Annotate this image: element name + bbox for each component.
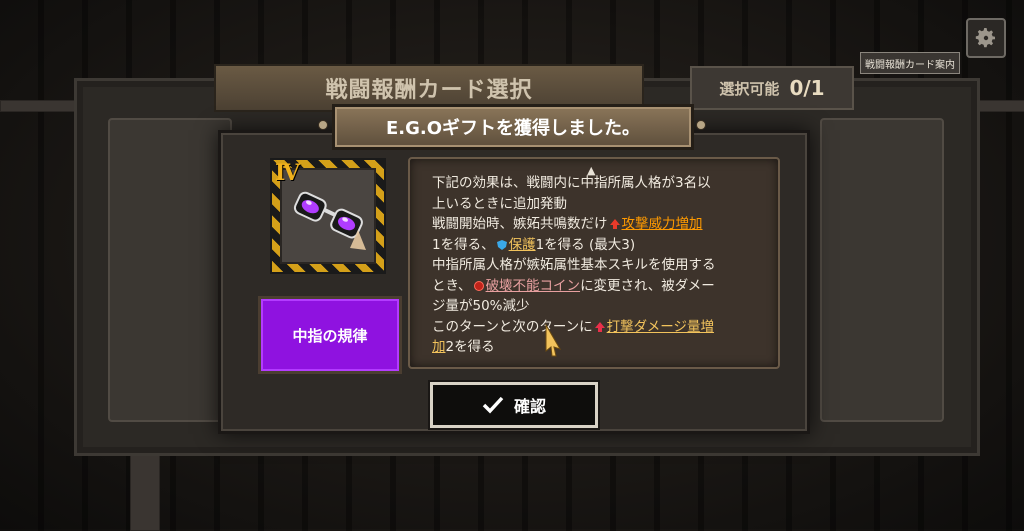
- tier-badge: Ⅳ: [275, 160, 300, 186]
- desc-text: このターンと次のターンに: [432, 318, 593, 335]
- gift-name-plate: 中指の規律: [258, 296, 402, 374]
- desc-text: 1を得る (最大3): [535, 236, 636, 253]
- background-pipe: [130, 450, 160, 531]
- desc-text: 戦闘開始時、嫉妬共鳴数だけ: [432, 216, 608, 232]
- desc-text: 2を得る: [445, 339, 495, 355]
- desc-line: 戦闘開始時、嫉妬共鳴数だけ 攻撃威力増加: [432, 214, 762, 235]
- background-pipe: [974, 100, 1024, 112]
- blunt-damage-up-icon: [594, 321, 605, 332]
- select-label: 選択可能: [719, 79, 780, 98]
- keyword-link[interactable]: 保護: [509, 237, 536, 253]
- left-card-slot: [108, 118, 232, 422]
- keyword-link[interactable]: 破壊不能コイン: [486, 278, 581, 294]
- desc-text: 1を得る、: [432, 236, 495, 253]
- keyword-link[interactable]: 攻撃威力増加: [622, 216, 703, 232]
- title-bolt: [696, 120, 706, 130]
- checkmark-icon: [482, 396, 504, 414]
- right-card-slot: [820, 118, 944, 422]
- desc-line: ジ量が50%減少: [432, 298, 530, 314]
- background-pipe: [0, 100, 76, 112]
- select-count-panel: 選択可能 0/1: [690, 66, 854, 110]
- gift-description-box[interactable]: 下記の効果は、戦闘内に中指所属人格が3名以 上いるときに追加発動 戦闘開始時、嫉…: [408, 157, 780, 369]
- gear-icon: [975, 28, 995, 48]
- reward-guide-button[interactable]: 戦闘報酬カード案内: [860, 52, 960, 74]
- shield-icon: [496, 239, 507, 250]
- desc-line: とき、 破壊不能コインに変更され、被ダメー: [432, 276, 762, 297]
- pointer-cursor-icon: [545, 323, 562, 357]
- keyword-link[interactable]: 打撃ダメージ量増: [607, 319, 714, 335]
- scroll-up-icon[interactable]: ▲: [587, 164, 595, 177]
- desc-line: 下記の効果は、戦闘内に中指所属人格が3名以: [432, 175, 711, 191]
- confirm-button[interactable]: 確認: [430, 382, 598, 428]
- attack-up-icon: [609, 219, 620, 229]
- title-bolt: [318, 120, 328, 130]
- desc-line: このターンと次のターンに 打撃ダメージ量増: [432, 317, 762, 338]
- desc-line: 中指所属人格が嫉妬属性基本スキルを使用する: [432, 257, 716, 273]
- select-count: 0/1: [789, 76, 825, 100]
- keyword-link[interactable]: 加: [432, 339, 446, 355]
- unbreakable-coin-icon: [473, 280, 484, 291]
- desc-line: 1を得る、 保護1を得る (最大3): [432, 235, 762, 256]
- desc-text: とき、: [432, 277, 472, 294]
- desc-line: 上いるときに追加発動: [432, 195, 567, 212]
- gift-description: 下記の効果は、戦闘内に中指所属人格が3名以 上いるときに追加発動 戦闘開始時、嫉…: [432, 173, 762, 358]
- dialog-title: E.G.Oギフトを獲得しました。: [332, 104, 694, 150]
- settings-button[interactable]: [966, 18, 1006, 58]
- desc-line: 加2を得る: [432, 337, 762, 358]
- desc-text: に変更され、被ダメー: [580, 277, 715, 294]
- confirm-label: 確認: [513, 397, 546, 416]
